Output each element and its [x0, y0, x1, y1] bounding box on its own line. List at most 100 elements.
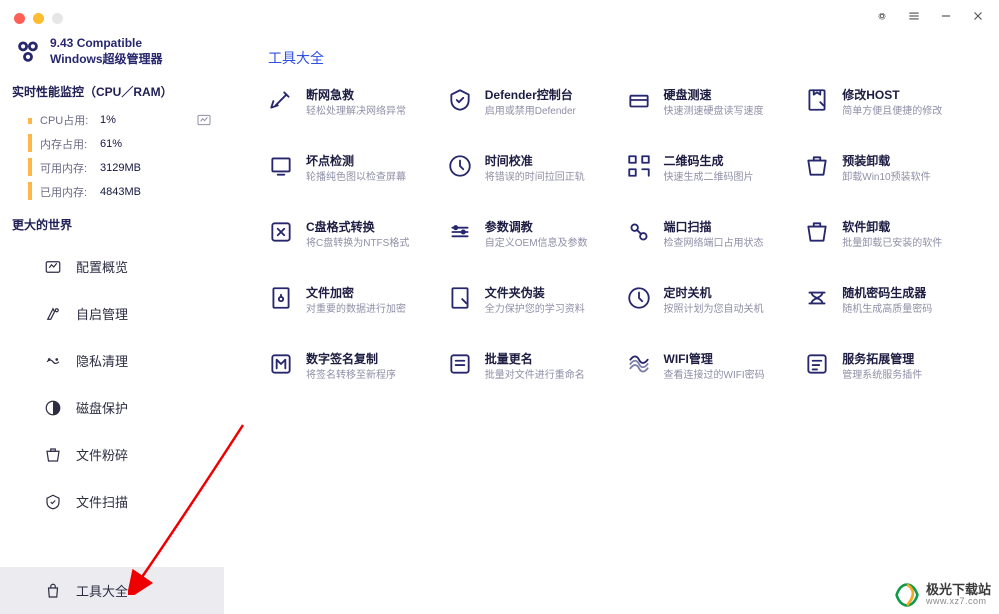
nav-label: 配置概览 [76, 257, 128, 276]
nav-label: 自启管理 [76, 304, 128, 323]
tool-desc: 快速测速硬盘读写速度 [664, 105, 764, 118]
tool-13[interactable]: 文件夹伪装全力保护您的学习资料 [447, 284, 618, 316]
tool-11[interactable]: 软件卸载批量卸载已安装的软件 [804, 218, 975, 250]
tool-6[interactable]: 二维码生成快速生成二维码图片 [626, 152, 797, 184]
tool-icon [804, 285, 830, 311]
minimize-dot[interactable] [33, 13, 44, 24]
chart-icon[interactable] [196, 112, 212, 128]
titlebar [0, 0, 999, 36]
tool-3[interactable]: 修改HOST 简单方便且便捷的修改 [804, 86, 975, 118]
nav-tools[interactable]: 工具大全 [0, 567, 224, 614]
tool-title: 文件夹伪装 [485, 284, 585, 301]
nav-icon [44, 399, 62, 417]
tool-title: 服务拓展管理 [842, 350, 922, 367]
tool-icon [447, 351, 473, 377]
tool-17[interactable]: 批量更名批量对文件进行重命名 [447, 350, 618, 382]
tool-title: Defender控制台 [485, 86, 576, 103]
perf-mem: 内存占用: 61% [12, 132, 212, 156]
tool-2[interactable]: 硬盘测速快速测速硬盘读写速度 [626, 86, 797, 118]
traffic-lights [14, 13, 63, 24]
watermark-logo-icon [894, 582, 920, 608]
tool-desc: 简单方便且便捷的修改 [842, 105, 942, 118]
tool-15[interactable]: 随机密码生成器随机生成高质量密码 [804, 284, 975, 316]
tool-icon [626, 87, 652, 113]
menu-icon[interactable] [907, 9, 921, 28]
tool-8[interactable]: C盘格式转换将C盘转换为NTFS格式 [268, 218, 439, 250]
tool-desc: 随机生成高质量密码 [842, 303, 932, 316]
tool-title: 数字签名复制 [306, 350, 396, 367]
nav-icon [44, 258, 62, 276]
tool-title: 随机密码生成器 [842, 284, 932, 301]
content-title: 工具大全 [268, 48, 975, 86]
tool-grid: 断网急救轻松处理解决网络异常Defender控制台启用或禁用Defender硬盘… [268, 86, 975, 382]
tool-title: 修改HOST [842, 86, 942, 103]
brand: 9.43 Compatible Windows超级管理器 [0, 36, 224, 77]
tool-title: 二维码生成 [664, 152, 754, 169]
tool-title: 断网急救 [306, 86, 406, 103]
tool-title: 硬盘测速 [664, 86, 764, 103]
minimize-icon[interactable] [939, 9, 953, 28]
tool-icon [626, 219, 652, 245]
tool-desc: 按照计划为您自动关机 [664, 303, 764, 316]
bag-icon [44, 582, 62, 600]
tool-title: 软件卸载 [842, 218, 942, 235]
tool-14[interactable]: 定时关机按照计划为您自动关机 [626, 284, 797, 316]
close-dot[interactable] [14, 13, 25, 24]
perf-used: 已用内存: 4843MB [12, 180, 212, 204]
tool-desc: 卸载Win10预装软件 [842, 171, 930, 184]
tool-5[interactable]: 时间校准将错误的时间拉回正轨 [447, 152, 618, 184]
tool-desc: 将错误的时间拉回正轨 [485, 171, 585, 184]
tool-desc: 对重要的数据进行加密 [306, 303, 406, 316]
tool-icon [447, 153, 473, 179]
tool-4[interactable]: 坏点检测轮播纯色图以检查屏幕 [268, 152, 439, 184]
tool-desc: 查看连接过的WIFI密码 [664, 369, 765, 382]
brand-line2: Windows超级管理器 [50, 52, 163, 68]
nav-item-2[interactable]: 隐私清理 [0, 337, 224, 384]
nav-label: 磁盘保护 [76, 398, 128, 417]
nav-item-4[interactable]: 文件粉碎 [0, 431, 224, 478]
tool-title: 时间校准 [485, 152, 585, 169]
tool-title: 定时关机 [664, 284, 764, 301]
tool-10[interactable]: 端口扫描检查网络端口占用状态 [626, 218, 797, 250]
tool-icon [626, 351, 652, 377]
tool-desc: 启用或禁用Defender [485, 105, 576, 118]
close-icon[interactable] [971, 9, 985, 28]
tool-12[interactable]: 文件加密对重要的数据进行加密 [268, 284, 439, 316]
tool-icon [447, 285, 473, 311]
nav-icon [44, 446, 62, 464]
nav-item-3[interactable]: 磁盘保护 [0, 384, 224, 431]
tool-desc: 轻松处理解决网络异常 [306, 105, 406, 118]
nav-icon [44, 493, 62, 511]
tool-16[interactable]: 数字签名复制将签名转移至新程序 [268, 350, 439, 382]
nav-item-1[interactable]: 自启管理 [0, 290, 224, 337]
tool-1[interactable]: Defender控制台启用或禁用Defender [447, 86, 618, 118]
tool-desc: 快速生成二维码图片 [664, 171, 754, 184]
settings-icon[interactable] [875, 9, 889, 28]
tool-desc: 检查网络端口占用状态 [664, 237, 764, 250]
tool-icon [447, 87, 473, 113]
sidebar: 9.43 Compatible Windows超级管理器 实时性能监控（CPU／… [0, 36, 224, 614]
tool-icon [804, 219, 830, 245]
perf-panel: CPU占用: 1% 内存占用: 61% 可用内存: 3129MB 已用内存: 4… [0, 106, 224, 210]
nav-label: 隐私清理 [76, 351, 128, 370]
nav-item-5[interactable]: 文件扫描 [0, 478, 224, 525]
tool-icon [804, 153, 830, 179]
tool-title: 批量更名 [485, 350, 585, 367]
tool-title: 预装卸载 [842, 152, 930, 169]
tool-title: WIFI管理 [664, 350, 765, 367]
tool-icon [268, 219, 294, 245]
nav-item-0[interactable]: 配置概览 [0, 243, 224, 290]
tool-0[interactable]: 断网急救轻松处理解决网络异常 [268, 86, 439, 118]
tool-desc: 自定义OEM信息及参数 [485, 237, 588, 250]
tool-icon [804, 351, 830, 377]
tool-9[interactable]: 参数调教自定义OEM信息及参数 [447, 218, 618, 250]
tool-desc: 将签名转移至新程序 [306, 369, 396, 382]
brand-line1: 9.43 Compatible [50, 36, 163, 52]
perf-header: 实时性能监控（CPU／RAM） [0, 77, 224, 106]
nav-label: 工具大全 [76, 581, 128, 600]
tool-18[interactable]: WIFI管理查看连接过的WIFI密码 [626, 350, 797, 382]
tool-19[interactable]: 服务拓展管理管理系统服务插件 [804, 350, 975, 382]
tool-7[interactable]: 预装卸载卸载Win10预装软件 [804, 152, 975, 184]
tool-icon [268, 87, 294, 113]
maximize-dot[interactable] [52, 13, 63, 24]
